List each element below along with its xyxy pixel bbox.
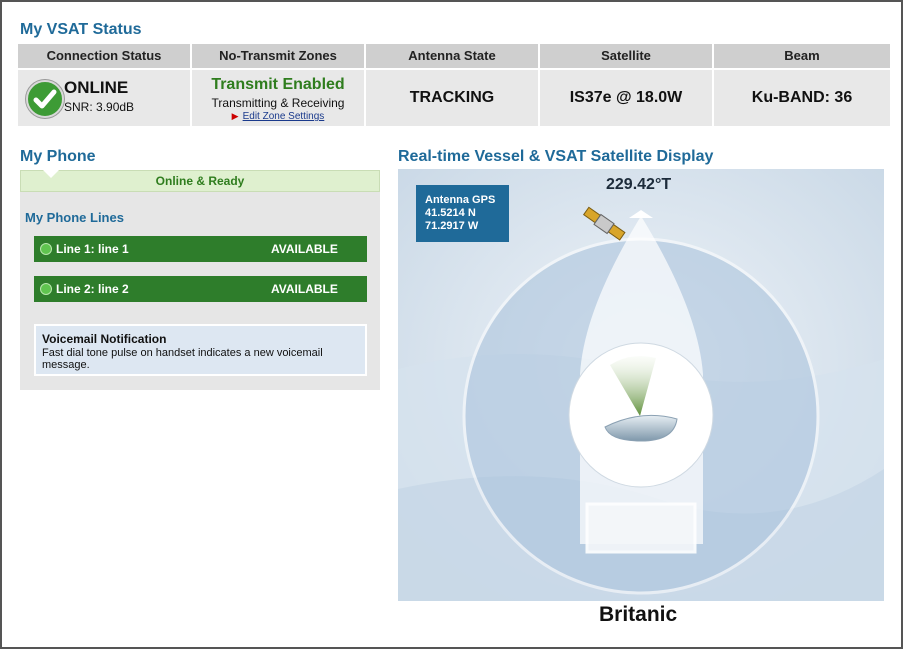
connection-state: ONLINE bbox=[64, 78, 129, 97]
status-table-header: Connection Status No-Transmit Zones Ante… bbox=[18, 44, 890, 68]
phone-ready-status: Online & Ready bbox=[20, 170, 380, 192]
antenna-state-cell: TRACKING bbox=[366, 70, 540, 126]
beam-cell: Ku-BAND: 36 bbox=[714, 70, 890, 126]
gps-longitude: 71.2917 W bbox=[425, 220, 479, 232]
heading-readout: 229.42°T bbox=[606, 176, 672, 193]
phone-line-2[interactable]: Line 2: line 2 AVAILABLE bbox=[34, 276, 367, 302]
gps-label: Antenna GPS bbox=[425, 194, 496, 206]
phone-line-status: AVAILABLE bbox=[271, 282, 338, 296]
vsat-dashboard: My VSAT Status Connection Status No-Tran… bbox=[0, 0, 903, 649]
status-dot-icon bbox=[40, 243, 52, 255]
my-phone-panel: Online & Ready My Phone Lines Line 1: li… bbox=[20, 169, 380, 390]
gps-latitude: 41.5214 N bbox=[425, 207, 476, 219]
voicemail-notification: Voicemail Notification Fast dial tone pu… bbox=[34, 324, 367, 376]
phone-line-name: Line 2: line 2 bbox=[56, 282, 129, 296]
header-antenna-state: Antenna State bbox=[366, 44, 540, 68]
status-table-row: ONLINE SNR: 3.90dB Transmit Enabled Tran… bbox=[18, 68, 890, 126]
antenna-gps-box: Antenna GPS 41.5214 N 71.2917 W bbox=[416, 185, 509, 242]
phone-line-name: Line 1: line 1 bbox=[56, 242, 129, 256]
vessel-satellite-display: Antenna GPS 41.5214 N 71.2917 W 229.42°T bbox=[398, 169, 884, 601]
snr-readout: SNR: 3.90dB bbox=[64, 100, 134, 114]
check-icon bbox=[26, 80, 64, 118]
voicemail-text: Fast dial tone pulse on handset indicate… bbox=[42, 347, 323, 371]
voicemail-title: Voicemail Notification bbox=[42, 332, 167, 346]
transmit-substatus: Transmitting & Receiving bbox=[211, 96, 345, 110]
no-transmit-zones-cell: Transmit Enabled Transmitting & Receivin… bbox=[192, 70, 366, 126]
transmit-status: Transmit Enabled bbox=[211, 76, 345, 93]
my-phone-title: My Phone bbox=[20, 148, 96, 165]
display-title: Real-time Vessel & VSAT Satellite Displa… bbox=[398, 148, 714, 165]
notch-pointer-icon bbox=[42, 169, 60, 178]
snr-value: 3.90dB bbox=[96, 100, 135, 114]
status-dot-icon bbox=[40, 283, 52, 295]
snr-label: SNR: bbox=[64, 100, 93, 114]
header-connection-status: Connection Status bbox=[18, 44, 192, 68]
vsat-status-table: Connection Status No-Transmit Zones Ante… bbox=[18, 44, 890, 126]
edit-zone-settings-label: Edit Zone Settings bbox=[242, 111, 325, 122]
header-no-transmit-zones: No-Transmit Zones bbox=[192, 44, 366, 68]
play-arrow-icon: ▶ bbox=[231, 111, 239, 121]
header-beam: Beam bbox=[714, 44, 890, 68]
phone-line-status: AVAILABLE bbox=[271, 242, 338, 256]
connection-status-cell: ONLINE SNR: 3.90dB bbox=[18, 70, 192, 126]
vessel-name: Britanic bbox=[599, 603, 678, 626]
phone-line-1[interactable]: Line 1: line 1 AVAILABLE bbox=[34, 236, 367, 262]
edit-zone-settings-link[interactable]: ▶ Edit Zone Settings bbox=[192, 111, 364, 122]
satellite-cell: IS37e @ 18.0W bbox=[540, 70, 714, 126]
vsat-status-title: My VSAT Status bbox=[20, 21, 142, 38]
phone-lines-title: My Phone Lines bbox=[25, 210, 124, 225]
header-satellite: Satellite bbox=[540, 44, 714, 68]
